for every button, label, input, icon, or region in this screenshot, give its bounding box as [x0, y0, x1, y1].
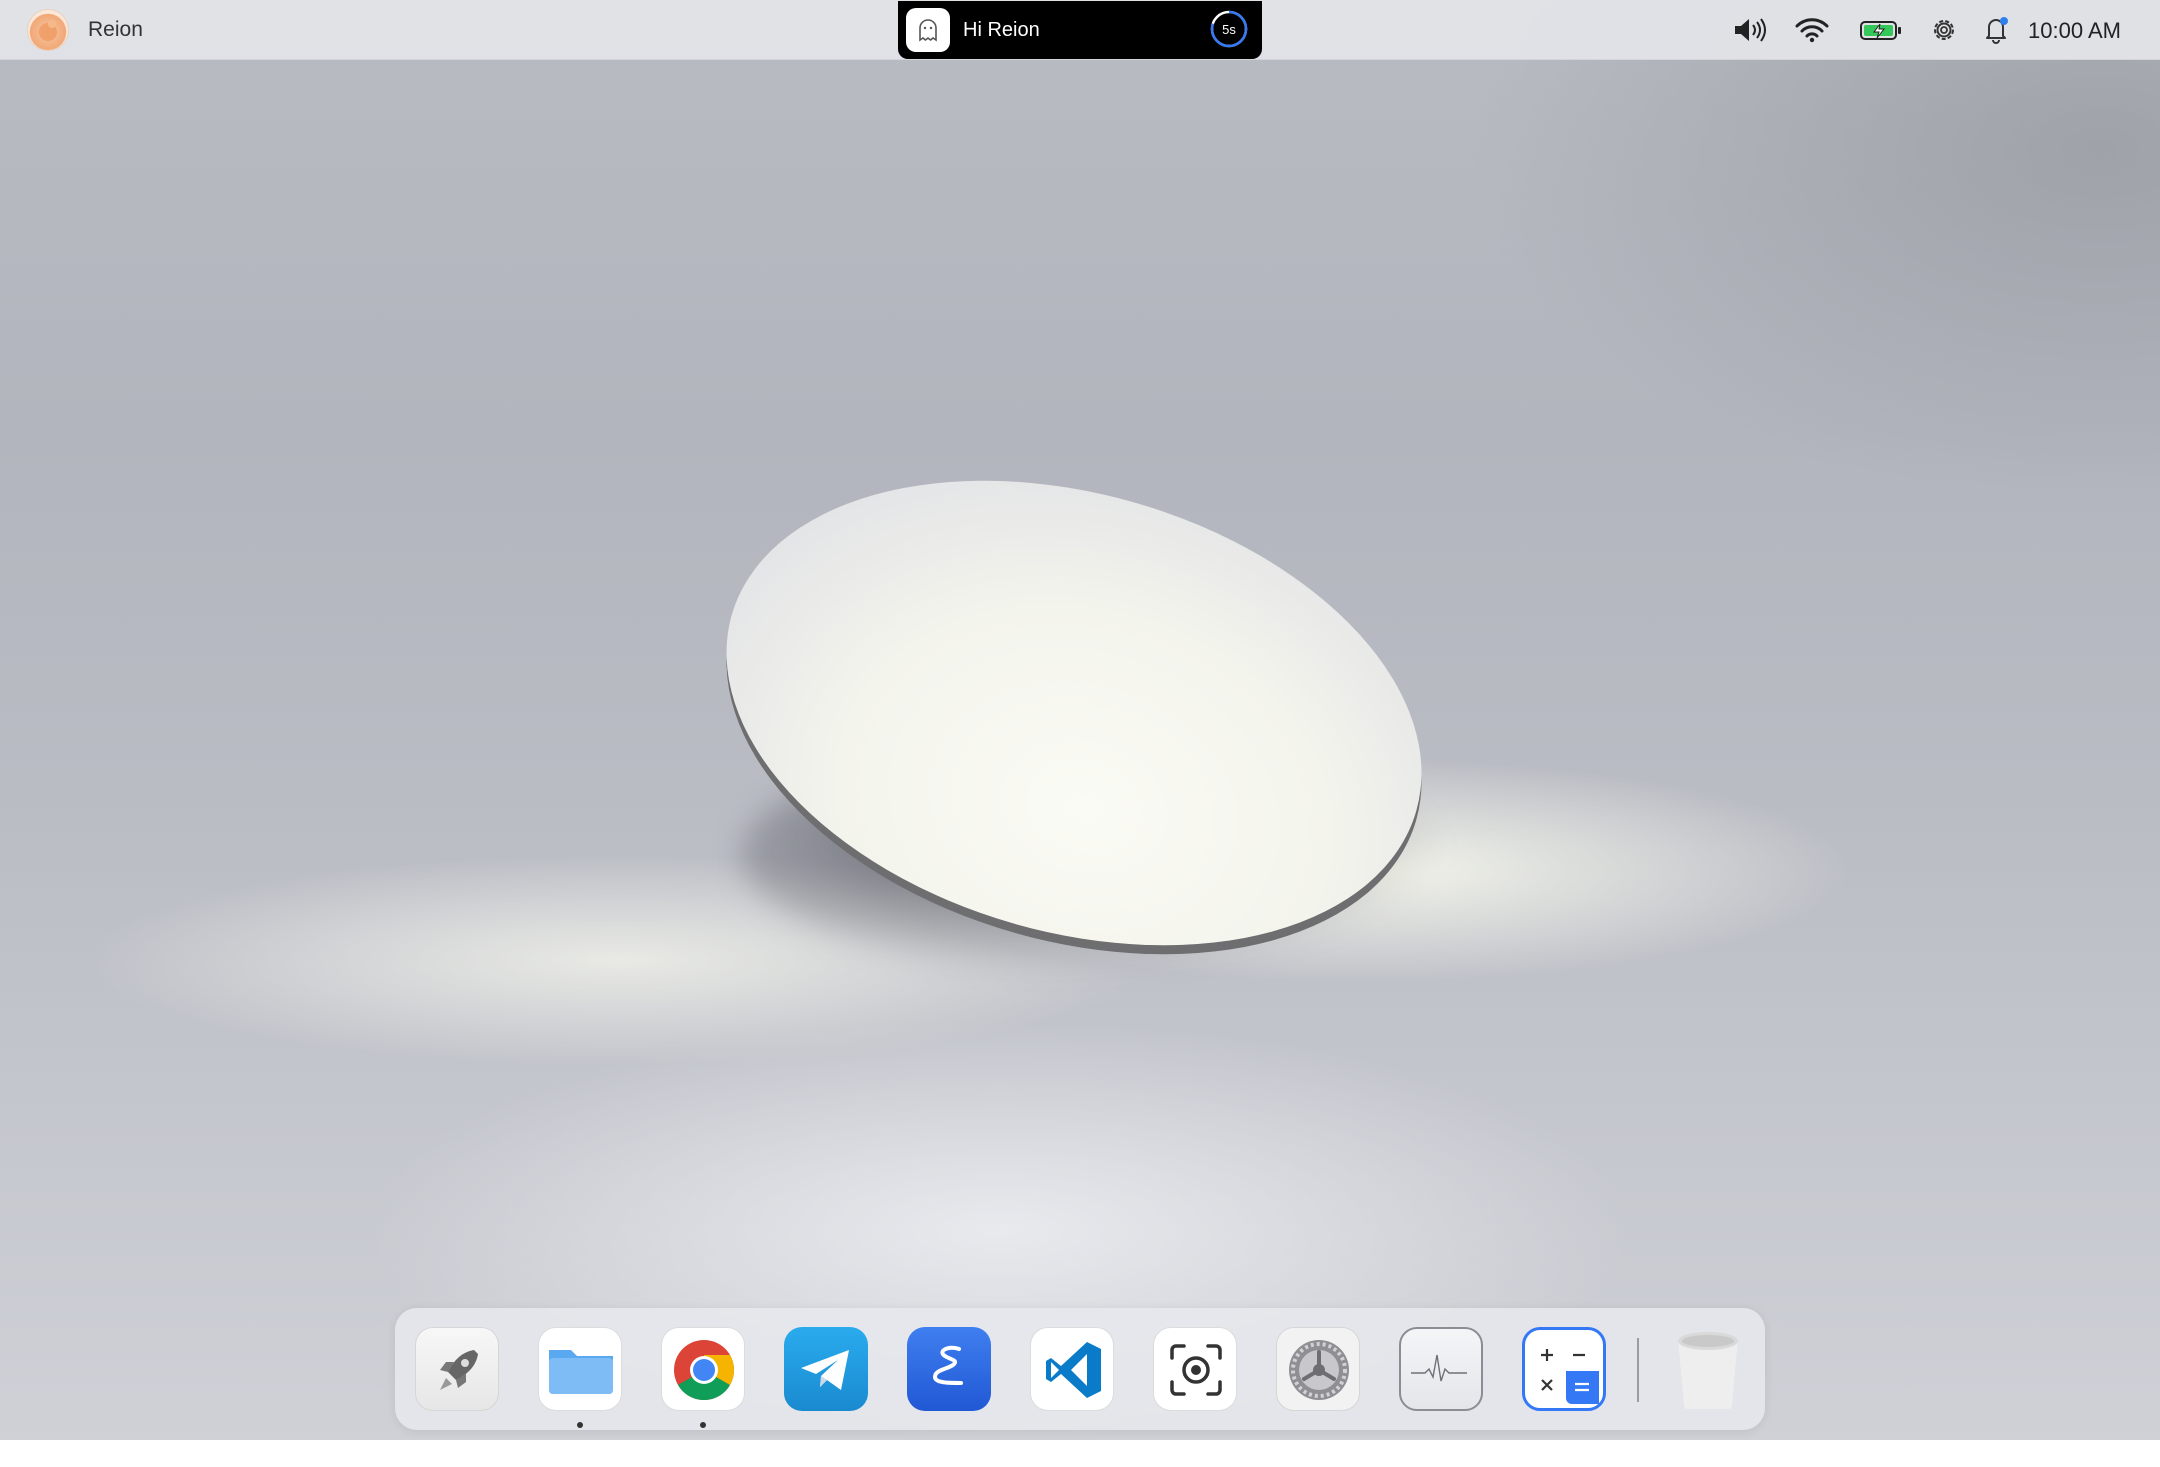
dock-app-system-settings[interactable]: [1276, 1327, 1360, 1411]
notification-island[interactable]: Hi Reion 5s: [898, 1, 1262, 59]
screenshot-icon: [1170, 1344, 1222, 1396]
system-settings-icon: [1289, 1340, 1349, 1400]
user-name[interactable]: Reion: [88, 18, 143, 42]
dock-app-calculator[interactable]: [1522, 1327, 1606, 1411]
dock-app-trash[interactable]: [1666, 1327, 1750, 1411]
dock-separator: [1637, 1338, 1639, 1402]
user-avatar[interactable]: [27, 9, 69, 51]
dock-app-telegram[interactable]: [784, 1327, 868, 1411]
notification-timer-label: 5s: [1222, 21, 1236, 37]
dock-app-files[interactable]: [538, 1327, 622, 1411]
calculator-icon: [1541, 1349, 1599, 1404]
activity-monitor-icon: [1411, 1354, 1467, 1382]
wifi-icon[interactable]: [1790, 0, 1834, 59]
chrome-running-indicator: [700, 1422, 706, 1428]
dock-app-screenshot[interactable]: [1153, 1327, 1237, 1411]
battery-charging-icon[interactable]: [1856, 0, 1906, 59]
settings-icon[interactable]: [1924, 0, 1964, 59]
chrome-icon: [674, 1340, 735, 1401]
trash-icon: [1678, 1332, 1738, 1409]
dock-app-vscode[interactable]: [1030, 1327, 1114, 1411]
notification-bell-icon[interactable]: [1976, 0, 2016, 59]
rocket-icon: [440, 1350, 478, 1390]
notification-text: Hi Reion: [963, 19, 1040, 41]
dock-app-system-monitor[interactable]: [1399, 1327, 1483, 1411]
ghost-icon: [906, 8, 950, 52]
files-running-indicator: [577, 1422, 583, 1428]
vscode-icon: [1046, 1342, 1101, 1398]
menu-bar: Reion Hi Reion 5s 10:00 AM: [0, 0, 2160, 60]
dock-app-launcher[interactable]: [415, 1327, 499, 1411]
clock[interactable]: 10:00 AM: [2028, 18, 2121, 44]
dock: [395, 1308, 1765, 1430]
notification-timer: 5s: [1209, 9, 1249, 49]
folder-icon: [549, 1350, 613, 1394]
dock-app-emacs[interactable]: [907, 1327, 991, 1411]
emacs-icon: [932, 1345, 963, 1385]
dock-app-chrome[interactable]: [661, 1327, 745, 1411]
telegram-icon: [801, 1350, 849, 1390]
volume-icon[interactable]: [1728, 0, 1772, 59]
desktop-wallpaper: [0, 0, 2160, 1440]
